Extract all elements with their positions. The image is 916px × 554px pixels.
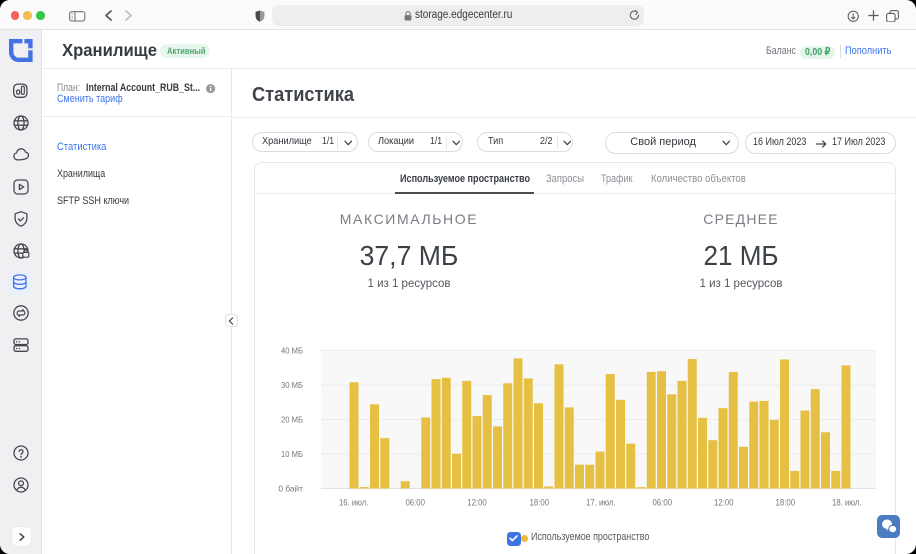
svg-text:20 МБ: 20 МБ xyxy=(281,415,303,425)
svg-text:16. июл.: 16. июл. xyxy=(339,497,369,507)
svg-text:18. июл.: 18. июл. xyxy=(832,497,862,507)
svg-text:17. июл.: 17. июл. xyxy=(586,497,616,507)
svg-text:30 МБ: 30 МБ xyxy=(281,380,303,390)
svg-text:18:00: 18:00 xyxy=(530,497,550,507)
svg-text:40 МБ: 40 МБ xyxy=(281,346,303,356)
svg-text:06:00: 06:00 xyxy=(405,497,425,507)
svg-text:06:00: 06:00 xyxy=(653,497,673,507)
svg-text:18:00: 18:00 xyxy=(776,497,796,507)
svg-text:10 МБ: 10 МБ xyxy=(281,449,303,459)
svg-text:12:00: 12:00 xyxy=(714,497,734,507)
svg-text:0 байт: 0 байт xyxy=(278,484,303,494)
svg-text:12:00: 12:00 xyxy=(467,497,487,507)
